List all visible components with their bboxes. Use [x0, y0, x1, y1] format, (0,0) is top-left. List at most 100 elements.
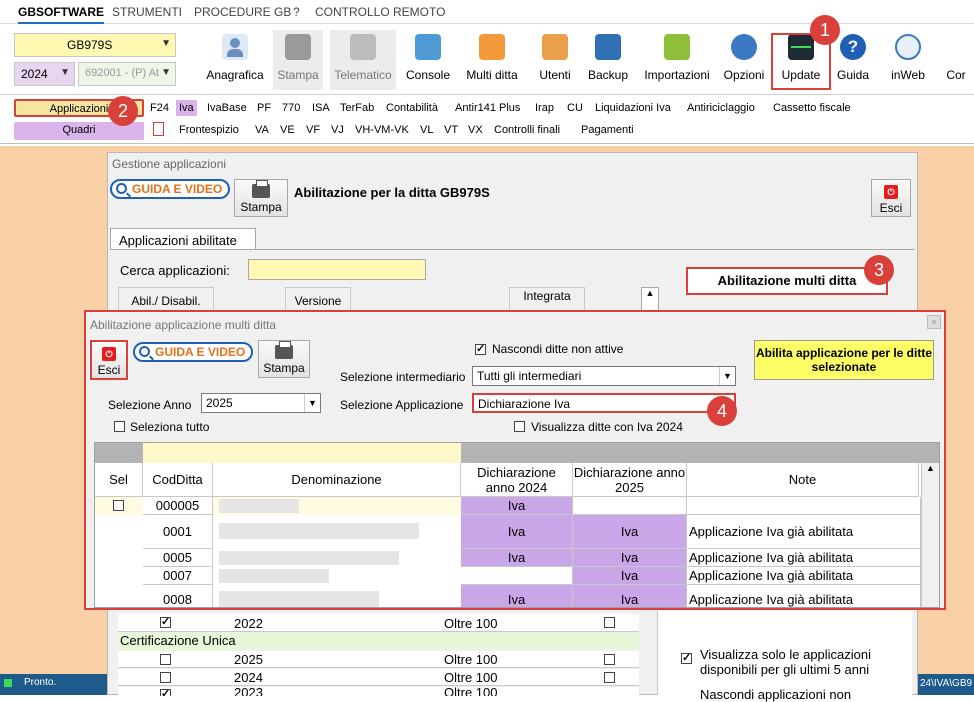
guida-video-button[interactable]: GUIDA E VIDEO: [110, 179, 231, 199]
stampa-button[interactable]: Stampa: [258, 340, 310, 378]
tab-va[interactable]: VA: [255, 124, 269, 136]
esci-button[interactable]: ⏻ Esci: [90, 340, 128, 380]
tab-vh-vm-vk[interactable]: VH-VM-VK: [355, 124, 409, 136]
cell-dich-2024: Iva: [461, 549, 573, 567]
tab-vx[interactable]: VX: [468, 124, 483, 136]
attivita-select[interactable]: 692001 - (P) At ▼: [78, 62, 176, 86]
tab-ivabase[interactable]: IvaBase: [207, 102, 247, 114]
guida-button[interactable]: ? Guida: [835, 30, 871, 90]
tab-controlli-finali[interactable]: Controlli finali: [494, 124, 560, 136]
tab-applicazioni-abilitate[interactable]: Applicazioni abilitate: [110, 228, 256, 250]
row-checkbox-integrata[interactable]: [604, 617, 615, 628]
abilitazione-multi-ditta-button[interactable]: Abilitazione multi ditta: [686, 267, 888, 295]
row-checkbox[interactable]: [160, 672, 171, 683]
cell-note: Applicazione Iva già abilitata: [687, 585, 921, 607]
stampa-button[interactable]: Stampa: [234, 179, 288, 217]
visualizza-5-anni-checkbox[interactable]: [681, 651, 692, 664]
tab-cu[interactable]: CU: [567, 102, 583, 114]
magnifier-icon: [139, 346, 150, 357]
users-icon: [542, 34, 568, 60]
badge-1: 1: [810, 15, 840, 45]
menu-gbsoftware[interactable]: GBSOFTWARE: [18, 5, 104, 24]
anno-select[interactable]: 2024 ▼: [14, 62, 75, 86]
row-year: 2022: [234, 616, 263, 631]
row-checkbox[interactable]: [160, 654, 171, 665]
tab-vl[interactable]: VL: [420, 124, 433, 136]
cerca-input[interactable]: [248, 259, 426, 280]
tab-vf[interactable]: VF: [306, 124, 320, 136]
inweb-label: inWeb: [891, 68, 925, 82]
cor-button[interactable]: Cor: [938, 30, 974, 90]
table-row[interactable]: 0008 Iva Iva Applicazione Iva già abilit…: [95, 585, 921, 607]
tab-ve[interactable]: VE: [280, 124, 295, 136]
multi-ditta-button[interactable]: Multi ditta: [461, 30, 523, 90]
redacted-name: [219, 591, 379, 607]
row-checkbox[interactable]: [160, 615, 171, 628]
tab-contabilita[interactable]: Contabilità: [386, 102, 438, 114]
ditta-select[interactable]: GB979S ▼: [14, 33, 176, 57]
col-sel: Sel: [95, 463, 143, 497]
utenti-button[interactable]: Utenti: [533, 30, 577, 90]
row-checkbox-integrata[interactable]: [604, 654, 615, 665]
cell-note: Applicazione Iva già abilitata: [687, 567, 921, 585]
intermediario-label: Selezione intermediario: [340, 370, 466, 384]
inweb-button[interactable]: inWeb: [887, 30, 929, 90]
guida-video-label: GUIDA E VIDEO: [132, 182, 223, 196]
guida-video-button[interactable]: GUIDA E VIDEO: [133, 342, 254, 362]
tab-pagamenti[interactable]: Pagamenti: [581, 124, 634, 136]
tab-terfab[interactable]: TerFab: [340, 102, 374, 114]
anno-select[interactable]: 2025 ▼: [201, 393, 321, 413]
anno-value: 2024: [21, 67, 48, 81]
table-row[interactable]: 0007 Iva Applicazione Iva già abilitata: [95, 567, 921, 585]
backup-button[interactable]: Backup: [585, 30, 631, 90]
status-path: 24\IVA\GB9: [918, 674, 974, 695]
tab-cassetto-fiscale[interactable]: Cassetto fiscale: [773, 102, 851, 114]
applicazione-select[interactable]: Dichiarazione Iva: [472, 393, 736, 413]
pdf-icon[interactable]: [153, 122, 164, 136]
close-icon[interactable]: ×: [927, 315, 941, 329]
scroll-up-icon[interactable]: ▲: [641, 287, 659, 311]
tab-liquidazioni-iva[interactable]: Liquidazioni Iva: [595, 102, 671, 114]
tab-vj[interactable]: VJ: [331, 124, 344, 136]
tab-f24[interactable]: F24: [150, 102, 169, 114]
row-checkbox-integrata[interactable]: [604, 672, 615, 683]
grid-scrollbar[interactable]: ▲: [921, 463, 939, 607]
esci-label: Esci: [97, 363, 121, 377]
menu-procedure-gb[interactable]: PROCEDURE GB: [194, 5, 291, 19]
table-row[interactable]: 000005 Iva: [95, 497, 921, 515]
menu-controllo-remoto[interactable]: CONTROLLO REMOTO: [315, 5, 445, 19]
esci-button[interactable]: ⏻ Esci: [871, 179, 911, 217]
tab-vt[interactable]: VT: [444, 124, 458, 136]
opzioni-button[interactable]: Opzioni: [721, 30, 767, 90]
col-denominazione: Denominazione: [213, 463, 461, 497]
table-row[interactable]: 0001 Iva Iva Applicazione Iva già abilit…: [95, 515, 921, 549]
scroll-up-icon[interactable]: ▲: [922, 463, 939, 473]
menu-help[interactable]: ?: [293, 5, 300, 19]
importazioni-button[interactable]: Importazioni: [640, 30, 714, 90]
abilita-applicazione-button[interactable]: Abilita applicazione per le ditte selezi…: [754, 340, 934, 380]
menu-strumenti[interactable]: STRUMENTI: [112, 5, 182, 19]
visualizza-iva-label: Visualizza ditte con Iva 2024: [531, 420, 683, 434]
telematico-button[interactable]: Telematico: [330, 30, 396, 90]
tab-frontespizio[interactable]: Frontespizio: [179, 124, 239, 136]
tab-irap[interactable]: Irap: [535, 102, 554, 114]
visualizza-iva-checkbox[interactable]: [514, 421, 525, 432]
seleziona-tutto-checkbox[interactable]: [114, 421, 125, 432]
cell-dich-2024: Iva: [461, 585, 573, 607]
anagrafica-button[interactable]: Anagrafica: [203, 30, 267, 90]
tab-antir141[interactable]: Antir141 Plus: [455, 102, 520, 114]
console-button[interactable]: Console: [402, 30, 454, 90]
col-abil-disabil: Abil./ Disabil.: [118, 287, 214, 311]
options-panel: Visualizza solo le applicazioni disponib…: [657, 611, 912, 702]
tab-770[interactable]: 770: [282, 102, 300, 114]
tab-iva[interactable]: Iva: [176, 100, 197, 116]
tab-antiriciclaggio[interactable]: Antiriciclaggio: [687, 102, 755, 114]
intermediario-select[interactable]: Tutti gli intermediari ▼: [472, 366, 736, 386]
row-select-checkbox[interactable]: [113, 500, 124, 511]
table-row[interactable]: 0005 Iva Iva Applicazione Iva già abilit…: [95, 549, 921, 567]
stampa-button[interactable]: Stampa: [273, 30, 323, 90]
chevron-down-icon: ▼: [304, 394, 320, 412]
tab-pf[interactable]: PF: [257, 102, 271, 114]
nascondi-ditte-checkbox[interactable]: [475, 342, 486, 355]
tab-isa[interactable]: ISA: [312, 102, 330, 114]
